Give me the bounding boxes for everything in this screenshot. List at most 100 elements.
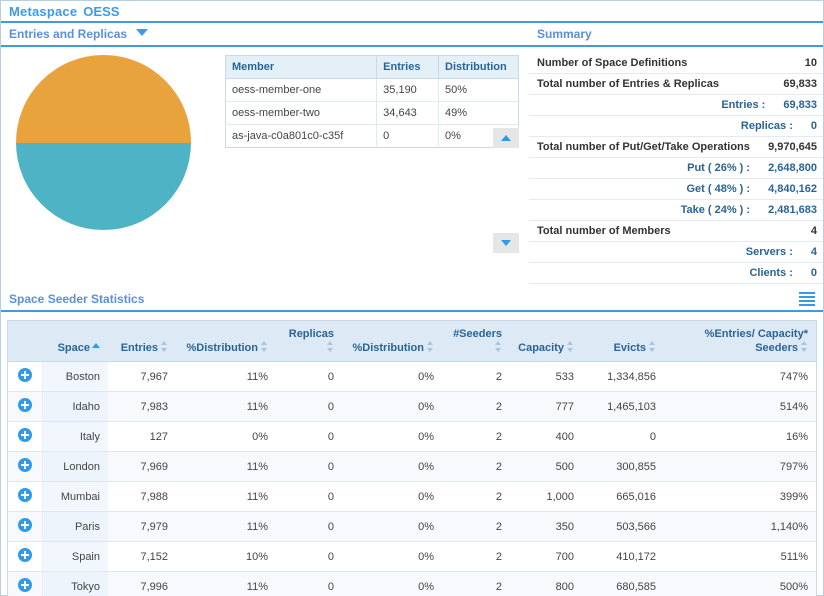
table-row[interactable]: Tokyo 7,996 11% 0 0% 2 800 680,585 500% (8, 571, 816, 596)
replicas-cell: 0 (276, 361, 342, 392)
table-row[interactable]: Italy 127 0% 0 0% 2 400 0 16% (8, 421, 816, 452)
table-row[interactable]: London 7,969 11% 0 0% 2 500 300,855 797% (8, 451, 816, 482)
col-expand (8, 321, 42, 362)
scroll-down-button[interactable] (493, 233, 519, 253)
evicts-cell: 1,465,103 (582, 391, 664, 422)
replicas-cell: 0 (276, 391, 342, 422)
expand-row-cell[interactable] (8, 391, 43, 422)
table-row[interactable]: Boston 7,967 11% 0 0% 2 533 1,334,856 747% (8, 361, 816, 392)
summary-value: 9,970,645 (768, 141, 817, 153)
ratio-cell: 399% (664, 481, 816, 512)
sort-icon (327, 341, 334, 352)
member-table-header-row: Member Entries Distribution (225, 55, 519, 79)
space-cell: London (42, 451, 108, 482)
seeder-panel-title: Space Seeder Statistics (9, 292, 145, 306)
capacity-cell: 1,000 (510, 481, 582, 512)
plus-circle-icon[interactable] (17, 578, 32, 592)
space-cell: Paris (42, 511, 108, 542)
table-row[interactable]: Idaho 7,983 11% 0 0% 2 777 1,465,103 514% (8, 391, 816, 422)
summary-label: Total number of Put/Get/Take Operations (537, 141, 750, 153)
replicas-cell: 0 (276, 481, 342, 512)
space-cell: Mumbai (42, 481, 108, 512)
distribution-cell: 11% (176, 481, 276, 512)
member-table-body: oess-member-one 35,190 50% oess-member-t… (225, 78, 519, 148)
entries-panel-header: Entries and Replicas (1, 23, 529, 47)
col-evicts[interactable]: Evicts (582, 321, 664, 362)
ratio-cell: 514% (664, 391, 816, 422)
plus-circle-icon[interactable] (17, 518, 32, 532)
entries-panel-title: Entries and Replicas (9, 27, 128, 41)
expand-row-cell[interactable] (8, 421, 43, 452)
evicts-cell: 410,172 (582, 541, 664, 572)
summary-row-entries-replicas: Total number of Entries & Replicas 69,83… (529, 74, 823, 95)
ratio-cell: 16% (664, 421, 816, 452)
expand-row-cell[interactable] (8, 541, 43, 572)
evicts-cell: 503,566 (582, 511, 664, 542)
replica-distribution-cell: 0% (342, 481, 442, 512)
plus-circle-icon[interactable] (17, 488, 32, 502)
table-row[interactable]: Paris 7,979 11% 0 0% 2 350 503,566 1,140% (8, 511, 816, 542)
summary-panel: Summary Number of Space Definitions 10 T… (529, 23, 823, 284)
seeders-cell: 2 (442, 481, 510, 512)
seeders-cell: 2 (442, 421, 510, 452)
summary-row-entries: Entries : 69,833 (529, 95, 823, 116)
seeder-table: Space Entries %Distribution Replicas %Di… (8, 321, 816, 596)
col-replicas[interactable]: Replicas (276, 321, 342, 362)
list-icon[interactable] (799, 292, 815, 306)
distribution-cell: 11% (176, 571, 276, 596)
col-replica-distribution-label: %Distribution (352, 342, 425, 354)
replica-distribution-cell: 0% (342, 421, 442, 452)
plus-circle-icon[interactable] (17, 548, 32, 562)
member-name: oess-member-one (225, 78, 378, 102)
seeder-panel-header: Space Seeder Statistics (1, 286, 823, 312)
col-capacity[interactable]: Capacity (510, 321, 582, 362)
scroll-up-button[interactable] (493, 128, 519, 148)
seeders-cell: 2 (442, 571, 510, 596)
expand-row-cell[interactable] (8, 511, 43, 542)
chevron-up-icon (501, 135, 511, 141)
table-row[interactable]: oess-member-one 35,190 50% (225, 78, 519, 102)
sort-icon (801, 341, 808, 352)
table-row[interactable]: oess-member-two 34,643 49% (225, 101, 519, 125)
col-distribution[interactable]: %Distribution (176, 321, 276, 362)
summary-label: Servers : (745, 246, 793, 258)
table-row[interactable]: Mumbai 7,988 11% 0 0% 2 1,000 665,016 399% (8, 481, 816, 512)
plus-circle-icon[interactable] (17, 428, 32, 442)
col-seeders[interactable]: #Seeders (442, 321, 510, 362)
replicas-cell: 0 (276, 451, 342, 482)
expand-row-cell[interactable] (8, 361, 43, 392)
summary-row-members: Total number of Members 4 (529, 221, 823, 242)
space-cell: Tokyo (42, 571, 108, 596)
plus-circle-icon[interactable] (17, 458, 32, 472)
col-replica-distribution[interactable]: %Distribution (342, 321, 442, 362)
replicas-cell: 0 (276, 421, 342, 452)
distribution-cell: 11% (176, 391, 276, 422)
replica-distribution-cell: 0% (342, 391, 442, 422)
seeder-grid-container: Space Entries %Distribution Replicas %Di… (7, 320, 817, 596)
expand-row-cell[interactable] (8, 481, 43, 512)
plus-circle-icon[interactable] (17, 398, 32, 412)
seeders-cell: 2 (442, 451, 510, 482)
metaspace-name: OESS (83, 4, 120, 19)
sort-icon (261, 341, 268, 352)
ratio-cell: 511% (664, 541, 816, 572)
space-cell: Spain (42, 541, 108, 572)
sort-icon (495, 341, 502, 352)
entries-cell: 127 (108, 421, 176, 452)
app-title: Metaspace (9, 4, 78, 19)
replica-distribution-cell: 0% (342, 511, 442, 542)
pie-slice-member-two (16, 143, 191, 230)
expand-row-cell[interactable] (8, 571, 43, 596)
member-col-entries: Entries (376, 55, 440, 79)
col-entries-capacity-seeders[interactable]: %Entries/ Capacity* Seeders (664, 321, 816, 362)
col-entries[interactable]: Entries (108, 321, 176, 362)
summary-row-replicas: Replicas : 0 (529, 116, 823, 137)
caret-down-icon[interactable] (136, 29, 149, 36)
table-row[interactable]: Spain 7,152 10% 0 0% 2 700 410,172 511% (8, 541, 816, 572)
expand-row-cell[interactable] (8, 451, 43, 482)
table-row[interactable]: as-java-c0a801c0-c35f 0 0% (225, 124, 519, 148)
member-col-member: Member (225, 55, 378, 79)
col-entries-capacity-seeders-label: %Entries/ Capacity* Seeders (704, 328, 808, 354)
plus-circle-icon[interactable] (17, 368, 32, 382)
col-space[interactable]: Space (42, 321, 108, 362)
